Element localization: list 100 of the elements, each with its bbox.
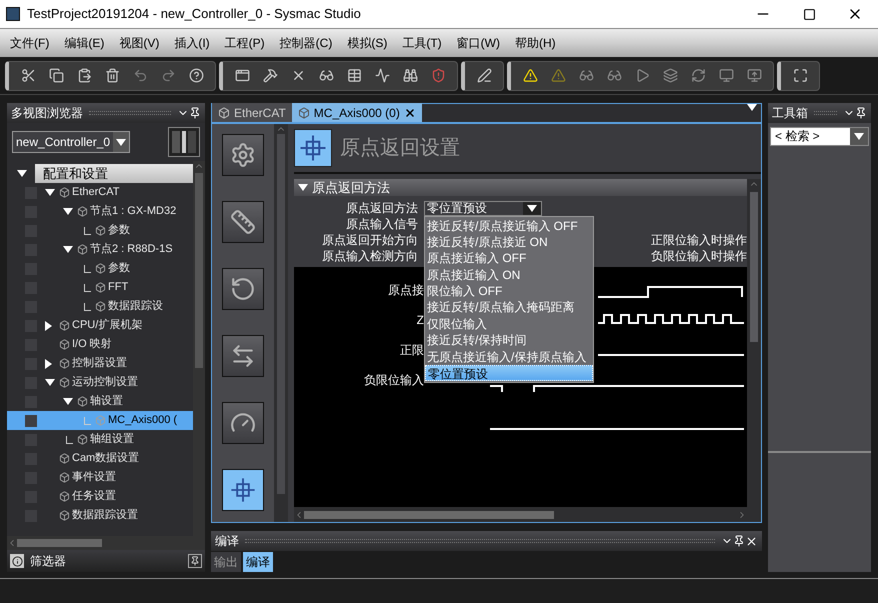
page-title: 原点返回设置 bbox=[340, 136, 460, 161]
pin-icon[interactable] bbox=[855, 107, 867, 119]
tree-connector-icon bbox=[84, 416, 91, 424]
dropdown-option[interactable]: 零位置预设 bbox=[425, 365, 593, 382]
controller-select[interactable]: new_Controller_0 bbox=[12, 131, 130, 153]
menu-item[interactable]: 插入(I) bbox=[174, 34, 210, 52]
tree-item[interactable]: I/O 映射 bbox=[7, 335, 193, 354]
tree-item[interactable]: 节点1 : GX-MD32 bbox=[7, 202, 193, 221]
dropdown-option[interactable]: 接近反转/原点输入掩码距离 bbox=[425, 299, 593, 316]
pin-icon[interactable] bbox=[189, 107, 201, 119]
filter-label[interactable]: 筛选器 bbox=[30, 552, 66, 570]
ruler-icon bbox=[230, 209, 256, 235]
node-icon bbox=[95, 415, 106, 426]
toolbox-search-select[interactable]: < 检索 > bbox=[770, 127, 869, 146]
expand-caret-icon[interactable] bbox=[45, 320, 52, 330]
side-nav-button[interactable] bbox=[222, 134, 264, 176]
menu-item[interactable]: 控制器(C) bbox=[280, 34, 332, 52]
dropdown-option[interactable]: 原点接近输入 OFF bbox=[425, 250, 593, 267]
close-icon[interactable] bbox=[404, 106, 416, 118]
tree-label: I/O 映射 bbox=[72, 337, 112, 352]
tree-item[interactable]: 参数 bbox=[7, 259, 193, 278]
expand-caret-icon[interactable] bbox=[45, 379, 55, 386]
scrollbar[interactable] bbox=[747, 179, 761, 522]
dropdown-option[interactable]: 仅限位输入 bbox=[425, 316, 593, 332]
expand-caret-icon[interactable] bbox=[45, 189, 55, 196]
tab-icon bbox=[298, 106, 310, 118]
node-icon bbox=[59, 472, 70, 483]
field-label: 原点返回开始方向 bbox=[321, 232, 418, 249]
menu-item[interactable]: 窗口(W) bbox=[456, 34, 500, 52]
tree-item[interactable]: 运动控制设置 bbox=[7, 373, 193, 392]
tree-item[interactable]: 数据跟踪设置 bbox=[7, 506, 193, 525]
tree-label: Cam数据设置 bbox=[72, 451, 140, 466]
tree-item[interactable]: 任务设置 bbox=[7, 487, 193, 506]
gear-icon bbox=[230, 142, 256, 168]
side-nav-button[interactable] bbox=[222, 268, 264, 310]
scrollbar[interactable] bbox=[274, 124, 288, 522]
tree-connector-icon bbox=[66, 436, 73, 444]
node-icon bbox=[77, 206, 88, 217]
maximize-icon[interactable] bbox=[802, 8, 816, 20]
tab-list-caret-icon[interactable] bbox=[747, 104, 757, 111]
pin-icon[interactable] bbox=[733, 535, 745, 547]
tree-item[interactable]: 控制器设置 bbox=[7, 354, 193, 373]
panel-tab[interactable]: 编译 bbox=[243, 552, 273, 572]
node-icon bbox=[59, 510, 70, 521]
expand-caret-icon[interactable] bbox=[45, 358, 52, 368]
tree-item[interactable]: FFT bbox=[7, 278, 193, 297]
side-nav-button[interactable] bbox=[222, 201, 264, 243]
editor-tab[interactable]: MC_Axis000 (0) bbox=[292, 103, 422, 122]
menu-item[interactable]: 模拟(S) bbox=[347, 34, 388, 52]
menu-item[interactable]: 编辑(E) bbox=[64, 34, 104, 52]
side-nav-button[interactable] bbox=[222, 469, 264, 511]
tree-item[interactable]: 数据跟踪设 bbox=[7, 297, 193, 316]
menu-item[interactable]: 帮助(H) bbox=[514, 34, 556, 52]
tree-group-header[interactable]: 配置和设置 bbox=[35, 164, 193, 182]
dropdown-option[interactable]: 接近反转/原点接近输入 OFF bbox=[425, 218, 593, 234]
dropdown-option[interactable]: 无原点接近输入/保持原点输入 bbox=[425, 348, 593, 366]
tree-item[interactable]: EtherCAT bbox=[7, 183, 193, 202]
menu-item[interactable]: 工具(T) bbox=[402, 34, 442, 52]
method-select[interactable]: 零位置预设 bbox=[424, 200, 542, 216]
tree-label: 运动控制设置 bbox=[72, 375, 138, 390]
tree-item[interactable]: CPU/扩展机架 bbox=[7, 316, 193, 335]
horizontal-scrollbar[interactable] bbox=[7, 536, 205, 550]
tree-item[interactable]: Cam数据设置 bbox=[7, 449, 193, 468]
info-icon bbox=[10, 554, 24, 568]
expand-caret-icon[interactable] bbox=[63, 246, 73, 253]
horizontal-scrollbar[interactable] bbox=[294, 507, 747, 522]
side-nav-button[interactable] bbox=[222, 335, 264, 377]
menu-item[interactable]: 工程(P) bbox=[224, 34, 265, 52]
checkbox[interactable] bbox=[25, 414, 37, 426]
tree-item[interactable]: MC_Axis000 ( bbox=[7, 411, 193, 430]
scrollbar[interactable] bbox=[193, 161, 205, 536]
tree-item[interactable]: 轴组设置 bbox=[7, 430, 193, 449]
node-icon bbox=[95, 263, 106, 274]
side-nav-button[interactable] bbox=[222, 402, 264, 444]
tree-item[interactable]: 参数 bbox=[7, 221, 193, 240]
node-icon bbox=[95, 301, 106, 312]
caret-icon[interactable] bbox=[116, 138, 126, 146]
node-icon bbox=[95, 282, 106, 293]
section-header[interactable]: 原点返回方法 bbox=[294, 179, 747, 196]
panel-title: 工具箱 bbox=[772, 105, 808, 122]
tree-connector-icon bbox=[84, 284, 91, 292]
editor-tab[interactable]: EtherCAT bbox=[212, 103, 292, 122]
dropdown-option[interactable]: 原点接近输入 ON bbox=[425, 266, 593, 284]
menu-item[interactable]: 文件(F) bbox=[10, 34, 50, 52]
pin-button[interactable] bbox=[188, 554, 202, 568]
menu-item[interactable]: 视图(V) bbox=[119, 34, 160, 52]
tree-item[interactable]: 节点2 : R88D-1S bbox=[7, 240, 193, 259]
node-icon bbox=[95, 225, 106, 236]
expand-caret-icon[interactable] bbox=[17, 170, 27, 176]
collapse-caret-icon[interactable] bbox=[298, 184, 308, 191]
tree-label: 节点2 : R88D-1S bbox=[90, 242, 173, 258]
dropdown-option[interactable]: 接近反转/原点接近 ON bbox=[425, 234, 593, 250]
expand-caret-icon[interactable] bbox=[63, 208, 73, 215]
tree-label: 参数 bbox=[108, 261, 130, 276]
caret-icon[interactable] bbox=[854, 133, 864, 140]
panel-tab[interactable]: 输出 bbox=[211, 552, 241, 572]
tree-item[interactable]: 事件设置 bbox=[7, 468, 193, 487]
dropdown-option[interactable]: 接近反转/保持时间 bbox=[425, 332, 593, 349]
close-icon[interactable] bbox=[745, 534, 758, 548]
dropdown-option[interactable]: 限位输入 OFF bbox=[425, 283, 593, 300]
